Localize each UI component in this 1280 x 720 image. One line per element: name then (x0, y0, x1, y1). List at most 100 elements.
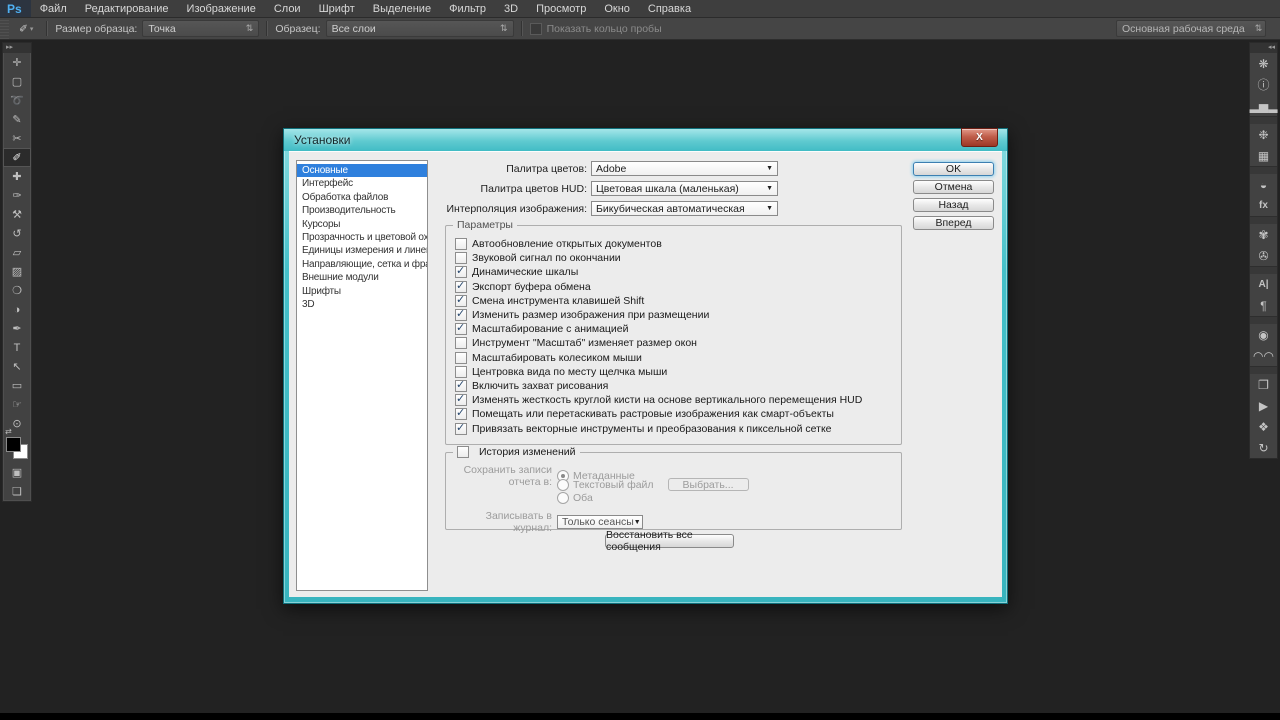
menu-file[interactable]: Файл (31, 3, 76, 15)
blur-tool[interactable]: ❍ (3, 281, 31, 300)
option-dynamic-color-sliders[interactable]: Динамические шкалы (446, 265, 901, 279)
hud-color-picker-select[interactable]: Цветовая шкала (маленькая) ▼ (591, 181, 778, 196)
layers-panel-button[interactable]: ❖ (1250, 416, 1277, 437)
dock-collapse[interactable]: ◂◂ (1250, 43, 1277, 53)
close-button[interactable]: X (961, 128, 998, 147)
hand-tool[interactable]: ☞ (3, 395, 31, 414)
sample-layers-select[interactable]: Все слои ⇅ (326, 20, 514, 37)
clone-stamp-tool[interactable]: ⚒ (3, 205, 31, 224)
gradient-tool[interactable]: ▨ (3, 262, 31, 281)
menu-help[interactable]: Справка (639, 3, 700, 15)
tools-panel-collapse[interactable]: ▸▸ (3, 43, 31, 53)
log-items-select[interactable]: Только сеансы ▼ (557, 515, 643, 529)
marquee-tool[interactable]: ▢ (3, 72, 31, 91)
brush-tool[interactable]: ✑ (3, 186, 31, 205)
option-export-clipboard[interactable]: Экспорт буфера обмена (446, 280, 901, 294)
menu-select[interactable]: Выделение (364, 3, 440, 15)
checkbox (455, 380, 467, 392)
workspace-select[interactable]: Основная рабочая среда ⇅ (1116, 20, 1266, 37)
dialog-title-bar[interactable]: Установки (284, 129, 1007, 151)
menu-window[interactable]: Окно (595, 3, 639, 15)
option-auto-update-open-documents[interactable]: Автообновление открытых документов (446, 237, 901, 251)
info-panel-button[interactable]: ⓘ (1250, 74, 1277, 95)
quick-mask-button[interactable]: ▣ (3, 463, 31, 482)
reset-all-warnings-button[interactable]: Восстановить все сообщения (605, 534, 734, 548)
sidebar-item-type[interactable]: Шрифты (297, 285, 427, 298)
pen-tool[interactable]: ✒ (3, 319, 31, 338)
lasso-tool[interactable]: ➰ (3, 91, 31, 110)
image-interpolation-select[interactable]: Бикубическая автоматическая ▼ (591, 201, 778, 216)
forward-button[interactable]: Вперед (913, 216, 994, 230)
navigator-panel-button[interactable]: ❋ (1250, 53, 1277, 74)
option-resize-image-during-place[interactable]: Изменить размер изображения при размещен… (446, 308, 901, 322)
option-beep-when-done[interactable]: Звуковой сигнал по окончании (446, 251, 901, 265)
3d-panel-button[interactable]: ◉ (1250, 324, 1277, 345)
option-place-raster-as-smart-objects[interactable]: Помещать или перетаскивать растровые изо… (446, 407, 901, 421)
radio-text-file[interactable] (557, 479, 569, 491)
show-sampling-ring-checkbox[interactable]: Показать кольцо пробы (530, 23, 662, 35)
color-picker-select[interactable]: Adobe ▼ (591, 161, 778, 176)
actions-panel-button[interactable]: ▶ (1250, 395, 1277, 416)
color-panel-button[interactable]: ❉ (1250, 124, 1277, 145)
radio-both[interactable] (557, 492, 569, 504)
option-zoom-clicked-point-to-center[interactable]: Центровка вида по месту щелчка мыши (446, 365, 901, 379)
path-selection-tool[interactable]: ↖ (3, 357, 31, 376)
crop-tool[interactable]: ✂ (3, 129, 31, 148)
menu-type[interactable]: Шрифт (310, 3, 364, 15)
quick-selection-tool[interactable]: ✎ (3, 110, 31, 129)
clone-source-panel-button[interactable]: ✇ (1250, 245, 1277, 266)
properties-panel-button[interactable]: ◠◠ (1250, 345, 1277, 366)
sidebar-item-guides-grid-slices[interactable]: Направляющие, сетка и фрагменты (297, 258, 427, 271)
sidebar-item-units-rulers[interactable]: Единицы измерения и линейки (297, 244, 427, 257)
option-zoom-resizes-windows[interactable]: Инструмент "Масштаб" изменяет размер око… (446, 336, 901, 350)
history-panel-button[interactable]: ↻ (1250, 437, 1277, 458)
cancel-button[interactable]: Отмена (913, 180, 994, 194)
history-log-checkbox[interactable] (457, 446, 469, 458)
menu-view[interactable]: Просмотр (527, 3, 595, 15)
eyedropper-tool[interactable]: ✐ (3, 148, 31, 167)
shape-tool[interactable]: ▭ (3, 376, 31, 395)
option-zoom-with-scroll-wheel[interactable]: Масштабировать колесиком мыши (446, 351, 901, 365)
dock-group-divider (1250, 316, 1277, 324)
sidebar-item-3d[interactable]: 3D (297, 298, 427, 311)
layer-comps-panel-button[interactable]: ❐ (1250, 374, 1277, 395)
paragraph-panel-button[interactable]: ¶ (1250, 295, 1277, 316)
sidebar-item-plugins[interactable]: Внешние модули (297, 271, 427, 284)
sample-size-select[interactable]: Точка ⇅ (142, 20, 259, 37)
healing-brush-tool[interactable]: ✚ (3, 167, 31, 186)
menu-filter[interactable]: Фильтр (440, 3, 495, 15)
screen-mode-button[interactable]: ❏ (3, 482, 31, 501)
type-tool[interactable]: T (3, 338, 31, 357)
option-animated-zoom[interactable]: Масштабирование с анимацией (446, 322, 901, 336)
sidebar-item-transparency-gamut[interactable]: Прозрачность и цветовой охват (297, 231, 427, 244)
histogram-panel-button[interactable]: ▂▅▂ (1250, 95, 1277, 116)
dodge-tool[interactable]: ◑ (3, 300, 31, 319)
option-shift-key-tool-switch[interactable]: Смена инструмента клавишей Shift (446, 294, 901, 308)
adjustments-panel-button[interactable]: ◒ (1250, 174, 1277, 195)
history-brush-tool[interactable]: ↺ (3, 224, 31, 243)
brush-panel-button[interactable]: ✾ (1250, 224, 1277, 245)
move-tool[interactable]: ✛ (3, 53, 31, 72)
checkbox (455, 295, 467, 307)
menu-image[interactable]: Изображение (178, 3, 265, 15)
ok-button[interactable]: OK (913, 162, 994, 176)
character-panel-button[interactable]: A| (1250, 274, 1277, 295)
option-enable-flick-panning[interactable]: Включить захват рисования (446, 379, 901, 393)
foreground-color-swatch[interactable] (6, 437, 21, 452)
choose-button[interactable]: Выбрать... (668, 478, 749, 491)
sidebar-item-cursors[interactable]: Курсоры (297, 218, 427, 231)
back-button[interactable]: Назад (913, 198, 994, 212)
options-bar-grip[interactable] (0, 18, 9, 39)
history-log-legend[interactable]: История изменений (453, 446, 580, 458)
styles-panel-button[interactable]: fx (1250, 195, 1277, 216)
eraser-tool[interactable]: ▱ (3, 243, 31, 262)
menu-edit[interactable]: Редактирование (76, 3, 178, 15)
menu-layers[interactable]: Слои (265, 3, 310, 15)
option-snap-vector-tools-to-pixel-grid[interactable]: Привязать векторные инструменты и преобр… (446, 421, 901, 435)
current-tool-eyedropper[interactable]: ✐ ▾ (13, 23, 39, 35)
swap-colors-icon[interactable]: ⇄ (5, 427, 12, 436)
option-vary-round-brush-hardness-hud[interactable]: Изменять жесткость круглой кисти на осно… (446, 393, 901, 407)
menu-3d[interactable]: 3D (495, 3, 527, 15)
swatches-panel-button[interactable]: ▦ (1250, 145, 1277, 166)
image-interpolation-label: Интерполяция изображения: (289, 203, 591, 215)
